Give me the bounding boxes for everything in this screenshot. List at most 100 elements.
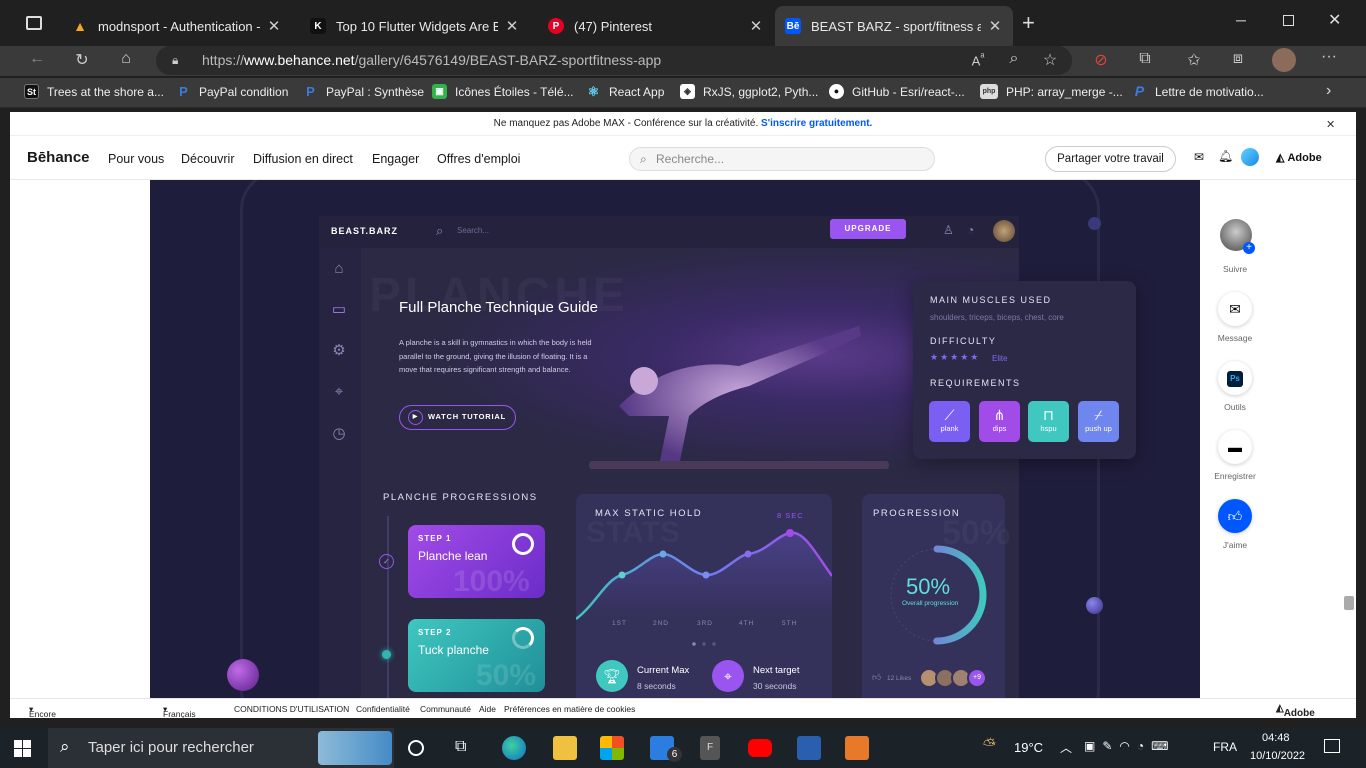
- like-label[interactable]: J'aime: [1196, 540, 1274, 550]
- notification-icon[interactable]: ◔: [967, 223, 974, 237]
- media-icon[interactable]: [845, 736, 869, 760]
- f-app-icon[interactable]: F: [700, 736, 720, 760]
- mail-icon[interactable]: ✉: [1194, 150, 1204, 164]
- settings-icon[interactable]: ⚙: [329, 341, 349, 361]
- footer-help[interactable]: Aide: [479, 704, 496, 714]
- like-icon[interactable]: 👍︎: [872, 672, 881, 683]
- tray-icons[interactable]: ▣✎◠◔⌨: [1084, 739, 1175, 753]
- minimize-icon[interactable]: ─: [1236, 12, 1246, 28]
- tab-behance[interactable]: Bē BEAST BARZ - sport/fitness app c ✕: [775, 6, 1013, 46]
- clock-icon[interactable]: ◷: [329, 424, 349, 444]
- footer-more-behance[interactable]: Encore plus de Behance ▾: [29, 704, 63, 739]
- extensions-icon[interactable]: ⧉: [1134, 50, 1156, 68]
- search-input[interactable]: Recherche...: [629, 147, 935, 171]
- save-button[interactable]: ▬: [1218, 430, 1252, 464]
- blocked-extension-icon[interactable]: ⊘: [1090, 50, 1112, 70]
- share-work-button[interactable]: Partager votre travail: [1045, 146, 1176, 172]
- more-icon[interactable]: ···: [1318, 48, 1340, 66]
- footer-language[interactable]: Français ▾: [163, 704, 196, 719]
- nav-decouvrir[interactable]: Découvrir: [181, 152, 235, 166]
- nav-engager[interactable]: Engager: [372, 152, 419, 166]
- close-icon[interactable]: ✕: [748, 17, 764, 35]
- bookmark-php[interactable]: php PHP: array_merge -...: [980, 84, 1123, 99]
- footer-terms[interactable]: CONDITIONS D'UTILISATION: [234, 704, 349, 714]
- notification-center-icon[interactable]: [1324, 739, 1340, 753]
- weather-temp[interactable]: 19°C: [1014, 740, 1043, 755]
- tools-label[interactable]: Outils: [1196, 402, 1274, 412]
- collections-icon[interactable]: ⧈: [1227, 50, 1249, 68]
- bell-icon[interactable]: 🔔︎: [1218, 149, 1233, 163]
- message-button[interactable]: ✉: [1218, 292, 1252, 326]
- input-language[interactable]: FRA: [1213, 740, 1237, 754]
- requirement-dips[interactable]: ⋔ dips: [979, 401, 1020, 442]
- clock-time[interactable]: 04:48: [1262, 732, 1290, 744]
- lock-icon[interactable]: 🔒︎: [172, 53, 178, 68]
- nav-offres[interactable]: Offres d'emploi: [437, 152, 520, 166]
- follow-label[interactable]: Suivre: [1196, 264, 1274, 274]
- add-favorite-icon[interactable]: ☆: [1039, 50, 1061, 70]
- read-aloud-icon[interactable]: Aᵃ: [967, 51, 989, 68]
- bookmark-rxjs[interactable]: ◈ RxJS, ggplot2, Pyth...: [680, 84, 818, 99]
- favorites-icon[interactable]: ✩: [1183, 50, 1205, 70]
- nav-pour-vous[interactable]: Pour vous: [108, 152, 164, 166]
- store-icon[interactable]: [600, 736, 624, 760]
- requirement-hspu[interactable]: ⊓ hspu: [1028, 401, 1069, 442]
- clock-date[interactable]: 10/10/2022: [1250, 750, 1305, 762]
- step-2-card[interactable]: 50% STEP 2 Tuck planche: [408, 619, 545, 692]
- bookmark-github[interactable]: ● GitHub - Esri/react-...: [829, 84, 965, 99]
- bookmark-paypal-condition[interactable]: P PayPal condition: [176, 84, 288, 99]
- save-label[interactable]: Enregistrer: [1196, 471, 1274, 481]
- behance-logo[interactable]: Bēhance: [27, 149, 90, 166]
- tab-flutter[interactable]: K Top 10 Flutter Widgets Are Best ✕: [300, 6, 530, 46]
- user-icon[interactable]: ♙: [943, 223, 954, 237]
- url-text[interactable]: https://www.behance.net/gallery/64576149…: [202, 52, 661, 68]
- requirement-plank[interactable]: ⟋ plank: [929, 401, 970, 442]
- bookmark-react-app[interactable]: ⚛ React App: [586, 84, 665, 99]
- youtube-icon[interactable]: [748, 739, 772, 757]
- chevron-right-icon[interactable]: ›: [1326, 82, 1331, 100]
- file-explorer-icon[interactable]: [553, 736, 577, 760]
- cortana-icon[interactable]: [408, 740, 424, 756]
- notice-signup-link[interactable]: S'inscrire gratuitement.: [761, 118, 872, 129]
- adobe-logo[interactable]: ◭ Adobe: [1276, 151, 1322, 164]
- close-window-icon[interactable]: ✕: [1328, 10, 1341, 30]
- bookmark-icones-etoiles[interactable]: ▣ Icônes Étoiles - Télé...: [432, 84, 574, 99]
- tray-chevron-icon[interactable]: ︿: [1060, 739, 1072, 756]
- windows-start-icon[interactable]: [14, 740, 31, 757]
- like-button[interactable]: 👍︎: [1218, 499, 1252, 533]
- home-icon[interactable]: ⌂: [115, 50, 137, 68]
- bookmark-trees[interactable]: St Trees at the shore a...: [24, 84, 164, 99]
- edge-icon[interactable]: [502, 736, 526, 760]
- home-icon[interactable]: ⌂: [329, 260, 349, 280]
- app-icon[interactable]: [797, 736, 821, 760]
- footer-cookies[interactable]: Préférences en matière de cookies: [504, 704, 635, 714]
- new-tab-icon[interactable]: +: [1022, 10, 1035, 36]
- step-1-card[interactable]: 100% STEP 1 Planche lean: [408, 525, 545, 598]
- location-icon[interactable]: ⌖: [329, 383, 349, 403]
- footer-privacy[interactable]: Confidentialité: [356, 704, 410, 714]
- tab-pinterest[interactable]: P (47) Pinterest ✕: [538, 6, 774, 46]
- back-icon[interactable]: ←: [26, 50, 48, 68]
- tab-modnsport[interactable]: ▲ modnsport - Authentication - Fir ✕: [62, 6, 292, 46]
- close-icon[interactable]: ✕: [504, 17, 520, 35]
- footer-community[interactable]: Communauté: [420, 704, 471, 714]
- upgrade-button[interactable]: UPGRADE: [830, 219, 906, 239]
- close-icon[interactable]: ✕: [1326, 118, 1335, 131]
- message-label[interactable]: Message: [1196, 333, 1274, 343]
- profile-avatar[interactable]: [1272, 48, 1296, 72]
- maximize-icon[interactable]: [1283, 15, 1294, 26]
- requirement-pushup[interactable]: ⌿ push up: [1078, 401, 1119, 442]
- follow-plus-icon[interactable]: +: [1243, 242, 1255, 254]
- bookmark-lettre[interactable]: P Lettre de motivatio...: [1132, 84, 1264, 99]
- page-scrollbar[interactable]: [1344, 596, 1354, 610]
- app-avatar[interactable]: [993, 220, 1015, 242]
- task-view-icon[interactable]: ⧉: [455, 738, 466, 756]
- weather-icon[interactable]: ⛅︎: [983, 737, 996, 755]
- tab-actions-icon[interactable]: [26, 16, 42, 30]
- folder-icon[interactable]: ▭: [329, 300, 349, 320]
- app-search-input[interactable]: Search...: [457, 226, 489, 235]
- bookmark-paypal-synthese[interactable]: P PayPal : Synthèse: [303, 84, 424, 99]
- close-icon[interactable]: ✕: [266, 17, 282, 35]
- nav-diffusion[interactable]: Diffusion en direct: [253, 152, 353, 166]
- watch-tutorial-button[interactable]: ▶ WATCH TUTORIAL: [399, 405, 516, 430]
